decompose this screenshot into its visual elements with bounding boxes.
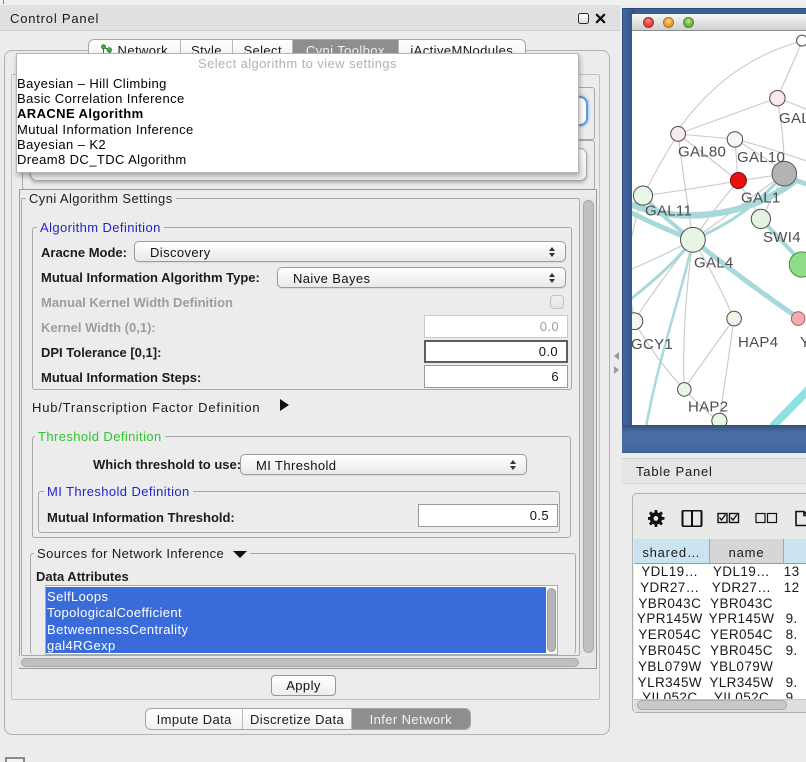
svg-text:HAP4: HAP4 [738, 334, 778, 351]
svg-text:GAL11: GAL11 [645, 203, 692, 220]
svg-text:YJ: YJ [800, 334, 806, 351]
svg-text:GAL4: GAL4 [694, 255, 734, 272]
svg-text:GAL80: GAL80 [678, 144, 726, 161]
svg-text:GCY1: GCY1 [632, 336, 673, 353]
svg-text:GAL1: GAL1 [741, 190, 781, 207]
svg-text:HAP2: HAP2 [688, 399, 728, 416]
svg-text:SWI4: SWI4 [763, 229, 801, 246]
svg-text:GAL10: GAL10 [737, 149, 785, 166]
svg-text:GAL80: GAL80 [779, 110, 806, 127]
